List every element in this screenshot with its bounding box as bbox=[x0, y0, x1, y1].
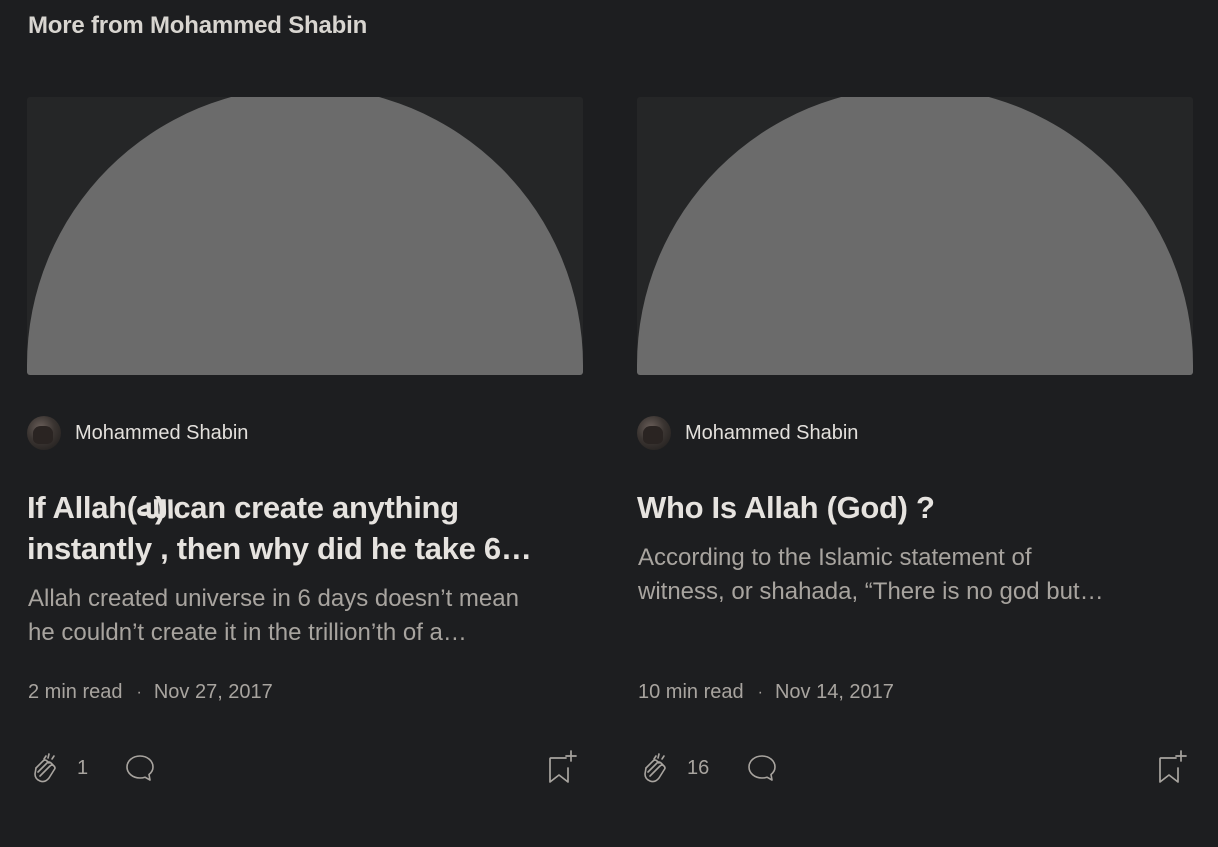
article-subtitle-line: witness, or shahada, “There is no god bu… bbox=[638, 578, 1104, 605]
section-title: More from Mohammed Shabin bbox=[28, 12, 368, 39]
article-subtitle[interactable]: Allah created universe in 6 days doesn’t… bbox=[28, 582, 584, 650]
article-title[interactable]: Who Is Allah (God) ? bbox=[637, 487, 1193, 528]
clap-count: 16 bbox=[687, 756, 710, 779]
comment-button[interactable] bbox=[123, 751, 157, 790]
author-avatar[interactable] bbox=[637, 416, 671, 450]
comment-icon bbox=[748, 755, 776, 781]
article-title-line: instantly , then why did he take 6… bbox=[27, 531, 532, 566]
save-bookmark-button[interactable] bbox=[545, 748, 579, 793]
article-card[interactable]: Mohammed Shabin Who Is Allah (God) ? Acc… bbox=[637, 97, 1193, 783]
article-actions: 16 bbox=[637, 748, 1193, 788]
bookmark-add-icon bbox=[549, 750, 577, 783]
clap-count: 1 bbox=[77, 756, 89, 779]
article-title-line: Who Is Allah (God) ? bbox=[637, 490, 935, 525]
article-meta: 10 min read · Nov 14, 2017 bbox=[638, 681, 894, 704]
author-row: Mohammed Shabin bbox=[637, 415, 858, 451]
author-row: Mohammed Shabin bbox=[27, 415, 248, 451]
article-subtitle-line: Allah created universe in 6 days doesn’t… bbox=[28, 585, 519, 612]
read-time: 10 min read bbox=[638, 681, 744, 703]
article-thumbnail[interactable] bbox=[27, 97, 583, 375]
comment-button[interactable] bbox=[745, 751, 779, 790]
publish-date: Nov 27, 2017 bbox=[153, 681, 273, 703]
author-name[interactable]: Mohammed Shabin bbox=[685, 422, 858, 445]
article-title-line: If Allah(ﷲ) can create anything bbox=[27, 490, 459, 525]
clap-icon bbox=[34, 753, 56, 783]
article-title[interactable]: If Allah(ﷲ) can create anything instantl… bbox=[27, 487, 583, 569]
clap-button[interactable]: 16 bbox=[637, 748, 709, 788]
meta-separator: · bbox=[757, 683, 763, 701]
article-subtitle-line: he couldn’t create it in the trillion’th… bbox=[28, 619, 467, 646]
thumbnail-placeholder-image bbox=[637, 97, 1193, 375]
article-actions: 1 bbox=[27, 748, 583, 788]
thumbnail-placeholder-image bbox=[27, 97, 583, 375]
bookmark-add-icon bbox=[1159, 750, 1187, 783]
article-card[interactable]: Mohammed Shabin If Allah(ﷲ) can create a… bbox=[27, 97, 583, 783]
author-avatar[interactable] bbox=[27, 416, 61, 450]
clap-button[interactable]: 1 bbox=[27, 748, 88, 788]
article-thumbnail[interactable] bbox=[637, 97, 1193, 375]
comment-icon bbox=[126, 755, 154, 781]
author-name[interactable]: Mohammed Shabin bbox=[75, 422, 248, 445]
clap-icon bbox=[644, 753, 666, 783]
article-subtitle[interactable]: According to the Islamic statement of wi… bbox=[638, 541, 1194, 609]
save-bookmark-button[interactable] bbox=[1155, 748, 1189, 793]
meta-separator: · bbox=[136, 683, 142, 701]
article-meta: 2 min read · Nov 27, 2017 bbox=[28, 681, 273, 704]
article-subtitle-line: According to the Islamic statement of bbox=[638, 544, 1032, 571]
read-time: 2 min read bbox=[28, 681, 123, 703]
publish-date: Nov 14, 2017 bbox=[774, 681, 894, 703]
